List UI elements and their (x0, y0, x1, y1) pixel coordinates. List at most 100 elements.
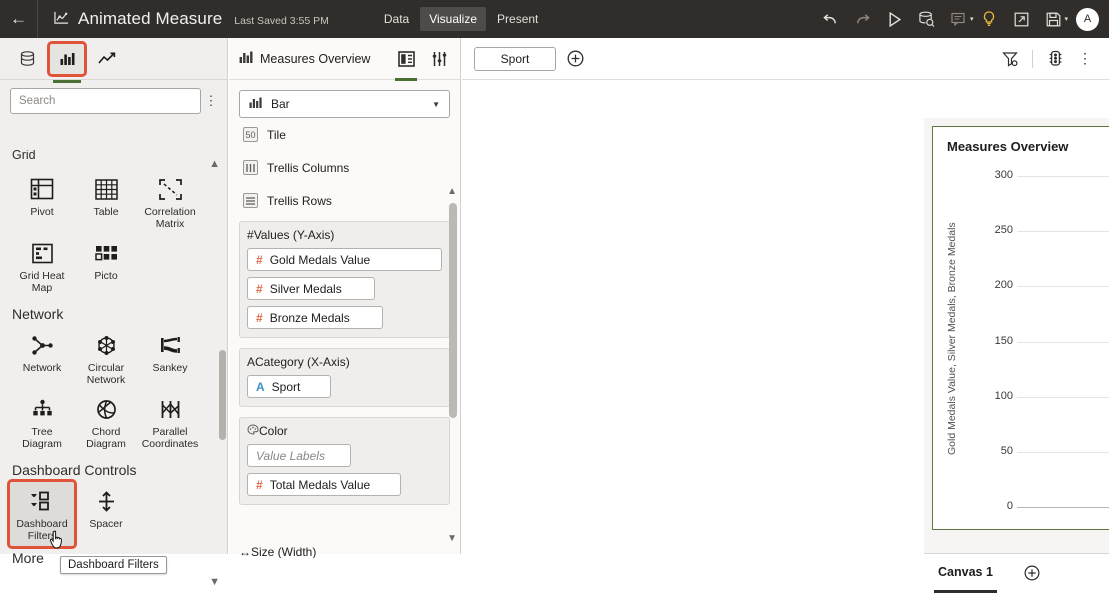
y-tick-label: 100 (994, 389, 1013, 402)
back-button[interactable]: ← (0, 0, 38, 38)
chart-item-circular-network[interactable]: Circular Network (74, 326, 138, 390)
x-category-label: Swimming (1017, 524, 1109, 536)
scroll-up-icon[interactable]: ▲ (447, 186, 457, 197)
shelf-row-label: Trellis Columns (267, 160, 350, 175)
chart-item-tree-diagram[interactable]: Tree Diagram (10, 390, 74, 454)
measure-hash-icon: # (247, 228, 254, 242)
undo-icon[interactable] (815, 4, 847, 34)
pill-total-medals-value[interactable]: # Total Medals Value (247, 473, 401, 496)
pill-bronze-medals[interactable]: # Bronze Medals (247, 306, 383, 329)
shelf-row-trellis-rows[interactable]: Trellis Rows (239, 184, 450, 217)
network-icon (31, 332, 54, 358)
save-caret-icon[interactable]: ▾ (1064, 15, 1068, 23)
shelf-row-trellis-columns[interactable]: Trellis Columns (239, 151, 450, 184)
add-canvas-button[interactable] (1019, 560, 1045, 586)
chevron-down-icon[interactable]: ▼ (432, 100, 440, 109)
picto-icon (94, 240, 118, 266)
pill-sport[interactable]: A Sport (247, 375, 331, 398)
chart-item-parallel-coordinates[interactable]: Parallel Coordinates (138, 390, 202, 454)
chart-card[interactable]: Measures Overview Gold Medals Value, Sil… (932, 126, 1109, 530)
y-tick-label: 150 (994, 334, 1013, 347)
section-title-grid: Grid (12, 150, 36, 162)
insight-bulb-icon[interactable] (973, 4, 1005, 34)
plus-circle-icon[interactable] (562, 46, 588, 72)
shelf-row-label: Size (Width) (251, 546, 317, 558)
network-section-items: Network Circular Network Sankey Tree Dia… (0, 326, 228, 454)
shelf-row-size-width[interactable]: ↔ Size (Width) (239, 546, 316, 558)
collapse-more-icon[interactable]: ▼ (209, 576, 220, 588)
chart-type-select[interactable]: Bar ▼ (239, 90, 450, 118)
left-panel-scrollbar[interactable] (219, 350, 226, 440)
chart-item-pivot[interactable]: Pivot (10, 170, 74, 234)
avatar[interactable]: A (1076, 7, 1099, 31)
chart-item-correlation-matrix[interactable]: Correlation Matrix (138, 170, 202, 234)
search-input[interactable]: Search (10, 88, 201, 114)
canvas-tab[interactable]: Canvas 1 (934, 565, 997, 593)
mid-panel-tools (393, 45, 452, 81)
collapse-grid-icon[interactable]: ▲ (209, 158, 220, 170)
chart-title: Measures Overview (947, 139, 1069, 154)
chart-item-network[interactable]: Network (10, 326, 74, 390)
export-icon[interactable] (1005, 4, 1037, 34)
mid-panel-scrollbar[interactable] (449, 203, 457, 418)
bottom-bar: Canvas 1 1 Group, 3 Bars ▼ (924, 553, 1109, 593)
chart-item-picto[interactable]: Picto (74, 234, 138, 298)
chart-item-spacer[interactable]: Spacer (74, 482, 138, 546)
layout-icon[interactable] (393, 45, 419, 81)
chart-item-label: Tree Diagram (22, 426, 62, 450)
shelf-category-x-axis: A Category (X-Axis) A Sport (239, 348, 450, 407)
chart-item-chord-diagram[interactable]: Chord Diagram (74, 390, 138, 454)
grid-heat-map-icon (31, 240, 54, 266)
chord-diagram-icon (95, 396, 118, 422)
settings-sliders-icon[interactable] (426, 45, 452, 73)
pill-label: Gold Medals Value (269, 252, 371, 267)
pill-silver-medals[interactable]: # Silver Medals (247, 277, 375, 300)
plot-wrapper: Gold Medals Value, Silver Medals, Bronze… (933, 154, 1109, 526)
y-tick-label: 250 (994, 224, 1013, 237)
filter-icon[interactable] (996, 45, 1024, 73)
tab-present[interactable]: Present (488, 7, 547, 31)
shelf-values-y-axis: # Values (Y-Axis) # Gold Medals Value # … (239, 221, 450, 338)
redo-icon[interactable] (847, 4, 879, 34)
palette-icon (247, 424, 259, 438)
chart-item-table[interactable]: Table (74, 170, 138, 234)
data-refresh-icon[interactable] (911, 4, 943, 34)
chart-item-label: Grid Heat Map (19, 270, 65, 294)
chart-item-label: Chord Diagram (86, 426, 126, 450)
canvas-panel: Sport ⋮ Measures Overview Gold Medals Va… (462, 38, 1109, 593)
chart-item-label: Sankey (152, 362, 188, 374)
page-title: Animated Measure (78, 9, 223, 28)
pill-value-labels-placeholder[interactable]: Value Labels (247, 444, 351, 467)
pill-label: Total Medals Value (269, 477, 371, 492)
application-window: ← Animated Measure Last Saved 3:55 PM Da… (0, 0, 1109, 593)
tab-data[interactable]: Data (375, 7, 418, 31)
scroll-down-icon[interactable]: ▼ (447, 533, 457, 544)
shelf-row-tile[interactable]: 50 Tile (239, 118, 450, 151)
bar-group-swimming (1017, 190, 1109, 521)
measure-hash-icon: # (256, 252, 263, 267)
tile-icon: 50 (243, 127, 258, 142)
traffic-light-icon[interactable] (1041, 45, 1069, 73)
pill-gold-medals-value[interactable]: # Gold Medals Value (247, 248, 442, 271)
mid-panel-header: Measures Overview (229, 38, 460, 81)
chart-item-grid-heat-map[interactable]: Grid Heat Map (10, 234, 74, 298)
attribute-a-icon: A (247, 355, 256, 369)
tree-diagram-icon (31, 396, 54, 422)
play-icon[interactable] (879, 4, 911, 34)
shelf-row-label: Tile (267, 127, 286, 142)
kebab-menu-icon[interactable]: ⋮ (1071, 45, 1099, 73)
parallel-coordinates-icon (159, 396, 182, 422)
tab-visualize[interactable]: Visualize (420, 7, 487, 31)
shelf-header: Color (247, 424, 442, 438)
dashboard-filters-icon (30, 488, 55, 514)
data-tab[interactable] (10, 44, 44, 74)
chart-item-label: Spacer (89, 518, 123, 530)
filter-pill-sport[interactable]: Sport (474, 46, 556, 71)
shelf-title: Values (Y-Axis) (253, 228, 335, 242)
kebab-menu-icon[interactable]: ⋮ (201, 93, 221, 109)
document-title-area: Animated Measure Last Saved 3:55 PM (38, 9, 329, 29)
charts-tab[interactable] (47, 40, 87, 83)
measure-hash-icon: # (256, 281, 263, 296)
analytics-tab[interactable] (90, 44, 124, 74)
chart-item-sankey[interactable]: Sankey (138, 326, 202, 390)
